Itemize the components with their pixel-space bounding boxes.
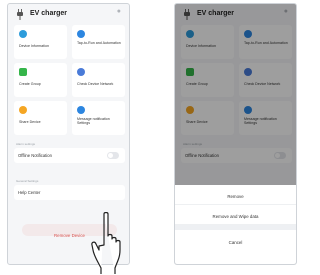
card-label: Tap-to-Run and Automation [77,41,121,45]
info-icon [19,30,27,38]
card-label: Check Device Network [77,82,114,86]
remove-action-sheet: Remove Remove and Wipe data Cancel [175,185,296,264]
help-center-label: Help Center [18,190,41,195]
automation-icon [77,30,85,38]
help-center-row[interactable]: Help Center [14,185,125,200]
card-label: Device Information [19,44,49,48]
pointing-hand-icon [91,212,121,274]
network-icon [77,68,85,76]
remove-option[interactable]: Remove [175,185,296,205]
create-group-card[interactable]: Create Group [14,63,67,97]
check-network-card[interactable]: Check Device Network [72,63,125,97]
tap-to-run-card[interactable]: Tap-to-Run and Automation [72,25,125,59]
card-label: Share Device [19,120,41,124]
message-notification-card[interactable]: Message notification Settings [72,101,125,135]
ev-plug-icon [17,9,23,20]
offline-notification-toggle[interactable] [107,152,119,159]
page-title: EV charger [30,10,67,17]
cancel-label: Cancel [228,240,243,245]
cancel-option[interactable]: Cancel [175,231,296,250]
remove-and-wipe-label: Remove and Wipe data [212,214,259,219]
offline-notification-row: Offline Notification [14,148,125,163]
remove-option-label: Remove [227,194,244,199]
general-settings-label: General Settings [16,179,39,183]
more-dots-icon[interactable]: ● [117,8,121,15]
share-device-card[interactable]: Share Device [14,101,67,135]
group-icon [19,68,27,76]
remove-action-screen: EV charger ● Device Information Tap-to-R… [174,3,297,265]
offline-notification-label: Offline Notification [18,153,52,158]
sheet-divider [175,225,296,230]
card-label: Create Group [19,82,41,86]
remove-device-label: Remove Device [54,233,85,238]
share-icon [19,106,27,114]
remove-and-wipe-option[interactable]: Remove and Wipe data [175,205,296,225]
card-label: Message notification Settings [77,117,110,126]
bell-icon [77,106,85,114]
header: EV charger ● [8,4,129,24]
device-information-card[interactable]: Device Information [14,25,67,59]
alarm-settings-label: Alarm settings [16,142,36,146]
